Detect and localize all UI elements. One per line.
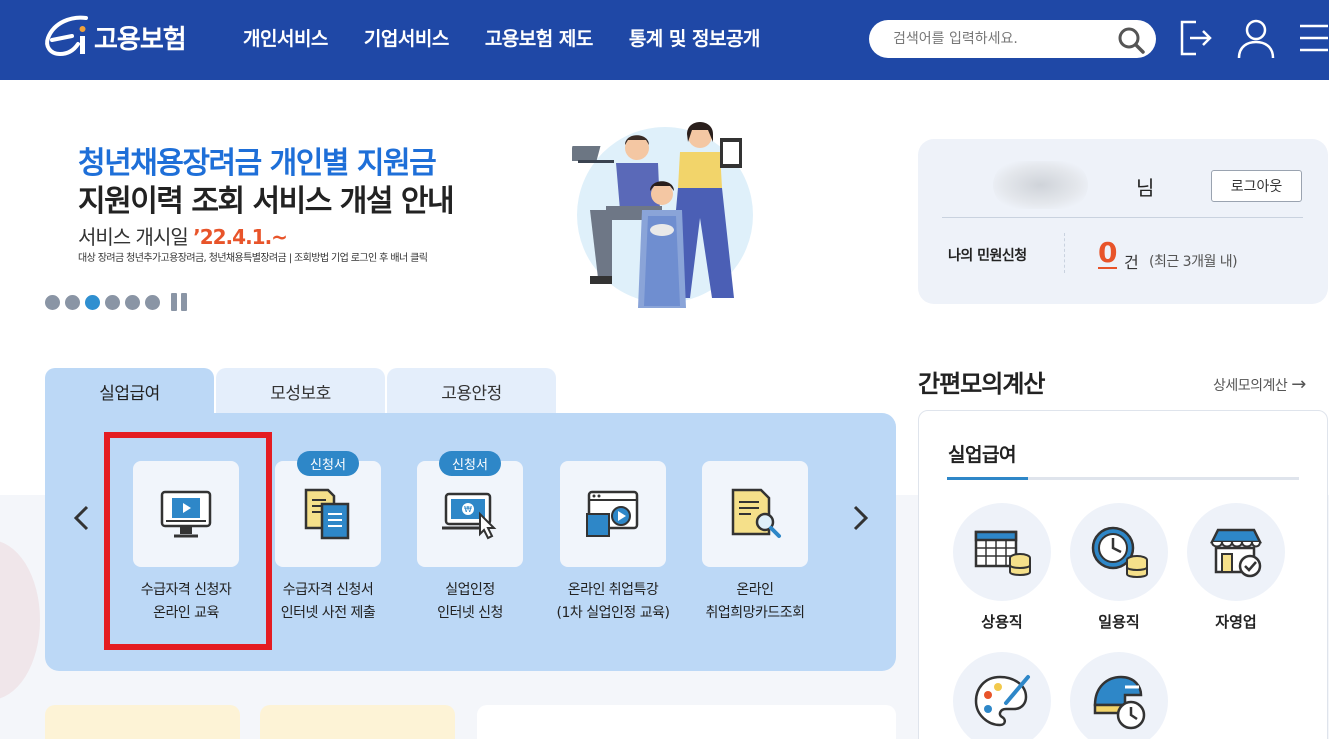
calc-artist[interactable] xyxy=(953,652,1051,739)
calculator-tab-underline-active xyxy=(947,477,1028,480)
slide-dot-active[interactable] xyxy=(85,294,100,310)
calculator-title: 간편모의계산 xyxy=(918,370,1045,398)
service-label-line2: (1차 실업인정 교육) xyxy=(556,605,670,621)
nav-statistics[interactable]: 통계 및 정보공개 xyxy=(629,24,761,51)
applications-period: (최근 3개월 내) xyxy=(1149,254,1238,270)
ei-logo-icon xyxy=(45,15,88,57)
banner-note: 대상 장려금 청년추가고용장려금, 청년채용특별장려금 | 조회방법 기업 로그… xyxy=(78,253,428,264)
user-honorific: 님 xyxy=(1136,176,1155,200)
banner-illustration xyxy=(572,122,753,308)
banner-title-line2[interactable]: 지원이력 조회 서비스 개설 안내 xyxy=(78,176,455,220)
detailed-calculator-link[interactable]: 상세모의계산 → xyxy=(1213,374,1306,395)
calculator-tab-unemployment[interactable]: 실업급여 xyxy=(948,440,1016,467)
site-logo[interactable]: 고용보험 xyxy=(42,14,187,60)
banner-subtitle: 서비스 개시일 ’22.4.1.~ xyxy=(78,221,288,250)
search-input[interactable] xyxy=(893,28,1113,50)
divider xyxy=(1064,233,1065,273)
slide-dot[interactable] xyxy=(105,294,120,310)
calc-label-self-employed[interactable]: 자영업 xyxy=(1187,611,1285,632)
document-search-icon xyxy=(731,488,781,538)
bottom-card[interactable] xyxy=(45,705,240,739)
nav-personal[interactable]: 개인서비스 xyxy=(243,24,328,51)
application-badge: 신청서 xyxy=(297,451,359,476)
palette-icon xyxy=(974,675,1030,727)
laptop-click-icon: ₩ xyxy=(442,492,497,540)
arrow-right-icon: → xyxy=(1291,374,1306,395)
pause-icon[interactable] xyxy=(171,293,191,311)
detailed-calculator-label: 상세모의계산 xyxy=(1213,378,1288,394)
calc-self-employed[interactable] xyxy=(1187,503,1285,601)
slide-dot[interactable] xyxy=(145,294,160,310)
service-job-card-lookup[interactable] xyxy=(702,461,808,567)
calc-special-worker[interactable] xyxy=(1070,652,1168,739)
nav-insurance-system[interactable]: 고용보험 제도 xyxy=(485,24,594,51)
service-label-line1: 실업인정 xyxy=(445,582,495,598)
login-icon[interactable] xyxy=(1178,18,1214,58)
documents-icon xyxy=(304,488,350,540)
top-header: 고용보험 개인서비스 기업서비스 고용보험 제도 통계 및 정보공개 xyxy=(0,0,1329,80)
service-label[interactable]: 수급자격 신청서 인터넷 사전 제출 xyxy=(253,579,403,625)
menu-icon[interactable] xyxy=(1298,22,1328,54)
calc-daily-worker[interactable] xyxy=(1070,503,1168,601)
service-label[interactable]: 온라인 취업희망카드조회 xyxy=(680,579,830,625)
banner-sub-date: ’22.4.1.~ xyxy=(193,225,288,249)
chevron-right-icon[interactable] xyxy=(848,504,872,532)
browser-video-icon xyxy=(586,490,639,537)
tab-employment-stability[interactable]: 고용안정 xyxy=(387,368,556,414)
logo-text: 고용보험 xyxy=(94,24,187,55)
applications-unit: 건 xyxy=(1124,253,1139,272)
search-icon[interactable] xyxy=(1116,25,1146,55)
service-label-line1: 수급자격 신청서 xyxy=(282,582,374,598)
service-label-line2: 취업희망카드조회 xyxy=(705,605,805,621)
slide-dot[interactable] xyxy=(125,294,140,310)
tab-maternity-protection[interactable]: 모성보호 xyxy=(216,368,385,414)
applications-count[interactable]: 0 xyxy=(1098,239,1118,269)
chevron-left-icon[interactable] xyxy=(70,504,94,532)
service-label-line2: 인터넷 신청 xyxy=(437,605,503,621)
clock-coins-icon xyxy=(1091,526,1148,578)
search-box xyxy=(869,20,1156,58)
service-online-job-lecture[interactable] xyxy=(560,461,666,567)
service-label[interactable]: 실업인정 인터넷 신청 xyxy=(395,579,545,625)
service-pre-submission[interactable] xyxy=(275,461,381,567)
user-info-box: 님 로그아웃 나의 민원신청 0 건 (최근 3개월 내) xyxy=(918,139,1328,304)
calc-label-daily[interactable]: 일용직 xyxy=(1070,611,1168,632)
service-label-line1: 온라인 xyxy=(736,582,774,598)
svg-text:₩: ₩ xyxy=(464,505,472,514)
slide-dot[interactable] xyxy=(65,294,80,310)
highlight-box xyxy=(104,432,272,650)
my-applications-label[interactable]: 나의 민원신청 xyxy=(948,245,1027,265)
user-icon[interactable] xyxy=(1236,18,1276,60)
store-icon xyxy=(1209,528,1263,578)
bottom-card[interactable] xyxy=(477,705,896,739)
calendar-coins-icon xyxy=(974,530,1031,576)
slide-dot[interactable] xyxy=(45,294,60,310)
banner-sub-prefix: 서비스 개시일 xyxy=(78,225,194,249)
calc-regular-worker[interactable] xyxy=(953,503,1051,601)
service-label[interactable]: 온라인 취업특강 (1차 실업인정 교육) xyxy=(538,579,688,625)
blurred-user-name xyxy=(993,161,1088,209)
helmet-clock-icon xyxy=(1093,675,1146,730)
service-label-line2: 인터넷 사전 제출 xyxy=(280,605,376,621)
banner-pagination xyxy=(45,293,191,311)
service-unemployment-certification[interactable]: ₩ xyxy=(417,461,523,567)
nav-business[interactable]: 기업서비스 xyxy=(364,24,449,51)
calc-label-regular[interactable]: 상용직 xyxy=(953,611,1051,632)
logout-button[interactable]: 로그아웃 xyxy=(1211,170,1302,202)
service-label-line1: 온라인 취업특강 xyxy=(567,582,659,598)
divider xyxy=(942,217,1303,218)
main-nav: 개인서비스 기업서비스 고용보험 제도 통계 및 정보공개 xyxy=(243,24,796,51)
bottom-card[interactable] xyxy=(260,705,455,739)
tab-unemployment-benefit[interactable]: 실업급여 xyxy=(45,368,214,414)
application-badge: 신청서 xyxy=(439,451,501,476)
